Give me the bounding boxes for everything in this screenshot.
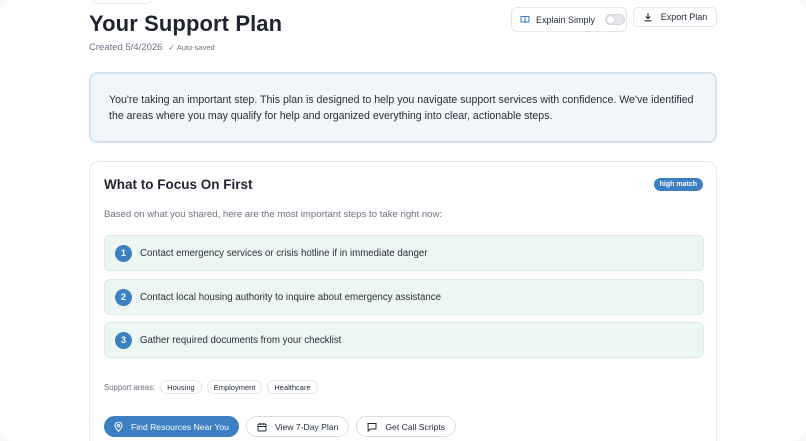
export-plan-button[interactable]: Export Plan (633, 7, 717, 27)
action-buttons: Find Resources Near You View 7-Day Plan (104, 416, 457, 437)
export-plan-label: Export Plan (660, 12, 708, 22)
find-resources-button[interactable]: Find Resources Near You (104, 416, 239, 437)
check-icon: ✓ (168, 43, 175, 52)
step-item: 1 Contact emergency services or crisis h… (104, 235, 704, 271)
area-chip-housing[interactable]: Housing (160, 380, 202, 394)
autosave-status: ✓ Auto-saved (168, 43, 214, 52)
focus-subtitle: Based on what you shared, here are the m… (104, 209, 443, 220)
autosave-label: Auto-saved (176, 43, 215, 52)
calendar-icon (257, 422, 267, 432)
intro-message: You're taking an important step. This pl… (89, 72, 717, 143)
intro-text: You're taking an important step. This pl… (109, 94, 694, 122)
match-badge: high match (653, 178, 703, 191)
view-7-day-plan-button[interactable]: View 7-Day Plan (246, 416, 350, 437)
created-date: Created 5/4/2026 (89, 42, 163, 53)
explain-simply-label: Explain Simply (536, 14, 596, 25)
back-button[interactable] (92, 0, 154, 4)
step-item: 3 Gather required documents from your ch… (104, 322, 704, 358)
step-text: Contact emergency services or crisis hot… (140, 247, 428, 259)
step-number: 1 (115, 244, 132, 262)
area-chip-employment[interactable]: Employment (206, 380, 263, 394)
focus-title: What to Focus On First (104, 177, 253, 192)
focus-card: What to Focus On First high match Based … (89, 161, 717, 441)
support-areas-label: Support areas: (104, 382, 156, 392)
find-resources-label: Find Resources Near You (131, 421, 229, 432)
map-pin-icon (114, 421, 123, 432)
step-number: 3 (115, 331, 132, 349)
support-areas: Support areas: Housing Employment Health… (104, 380, 318, 394)
area-chip-healthcare[interactable]: Healthcare (267, 380, 318, 394)
step-text: Contact local housing authority to inqui… (140, 291, 442, 303)
toggle-switch[interactable] (605, 14, 626, 25)
step-number: 2 (115, 288, 132, 306)
call-scripts-label: Get Call Scripts (385, 421, 446, 432)
message-icon (367, 422, 377, 432)
page-title: Your Support Plan (89, 11, 283, 36)
book-icon (520, 15, 530, 24)
explain-simply-toggle[interactable]: Explain Simply (511, 7, 627, 32)
get-call-scripts-button[interactable]: Get Call Scripts (356, 416, 457, 437)
step-item: 2 Contact local housing authority to inq… (104, 279, 704, 315)
step-text: Gather required documents from your chec… (140, 334, 342, 346)
download-icon (643, 12, 653, 22)
support-plan-page: Your Support Plan Created 5/4/2026 ✓ Aut… (0, 0, 806, 441)
plan-meta: Created 5/4/2026 ✓ Auto-saved (89, 42, 215, 53)
view-plan-label: View 7-Day Plan (275, 421, 339, 432)
